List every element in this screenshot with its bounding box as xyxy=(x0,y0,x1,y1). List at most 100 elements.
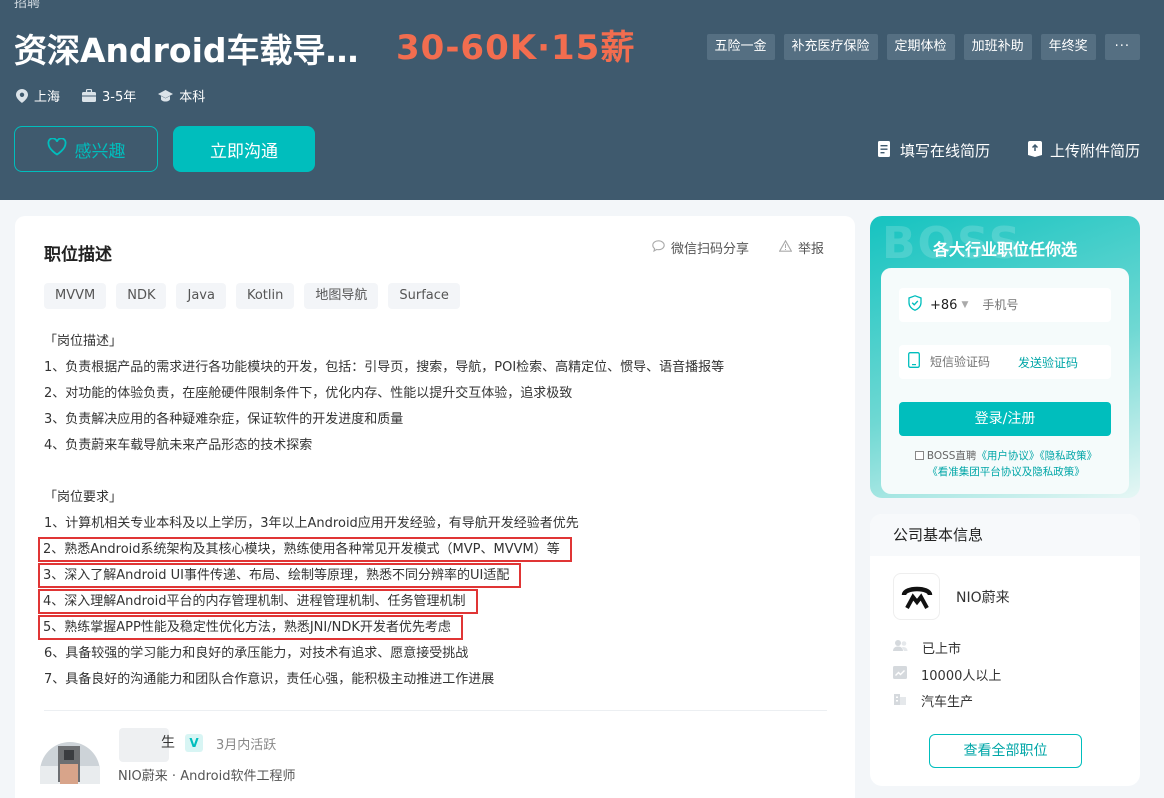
privacy-policy-link[interactable]: 《隐私政策》 xyxy=(1039,450,1097,462)
location-pin-icon xyxy=(16,88,28,103)
building-icon xyxy=(893,692,907,709)
chart-trend-icon xyxy=(893,666,907,683)
shield-check-icon xyxy=(908,295,922,315)
company-stage: 已上市 xyxy=(922,642,962,657)
nio-logo[interactable] xyxy=(893,573,940,620)
agreement-checkbox[interactable] xyxy=(914,451,924,460)
skill-tag: Surface xyxy=(388,283,460,309)
chat-now-button[interactable]: 立即沟通 xyxy=(173,126,315,172)
online-resume-label: 填写在线简历 xyxy=(899,142,990,160)
hr-avatar[interactable] xyxy=(40,732,100,784)
job-description-text: 「岗位描述」 1、负责根据产品的需求进行各功能模块的开发，包括：引导页，搜索，导… xyxy=(38,329,834,693)
warning-icon xyxy=(778,239,793,256)
skill-tag: 地图导航 xyxy=(304,283,379,309)
graduation-cap-icon xyxy=(158,89,174,102)
skill-tag: NDK xyxy=(116,283,167,309)
description-heading: 「岗位描述」 xyxy=(44,334,123,349)
company-size-row: 10000人以上 xyxy=(893,665,1001,684)
interest-button[interactable]: 感兴趣 xyxy=(14,126,158,172)
wechat-share-button[interactable]: 微信扫码分享 xyxy=(652,238,749,257)
highlighted-requirement-line: 2、熟悉Android系统架构及其核心模块，熟练使用各种常见开发模式（MVP、M… xyxy=(38,537,572,562)
job-description-card: 职位描述 微信扫码分享 举报 MVVM NDK Java Kotlin 地图导航… xyxy=(15,216,855,798)
company-stage-row: 已上市 xyxy=(893,638,961,657)
experience-meta: 3-5年 xyxy=(82,86,136,105)
verified-badge-icon: V xyxy=(185,734,203,752)
login-form: +86 ▼ 发送验证码 登录/注册 BOSS直聘《用户协议》《隐私政策》 《看准… xyxy=(881,268,1129,494)
requirement-line: 1、计算机相关专业本科及以上学历，3年以上Android应用开发经验，有导航开发… xyxy=(44,516,579,531)
highlighted-requirement-line: 3、深入了解Android UI事件传递、布局、绘制等原理，熟悉不同分辨率的UI… xyxy=(38,563,522,588)
phone-field[interactable]: +86 ▼ xyxy=(899,288,1111,322)
skill-tags: MVVM NDK Java Kotlin 地图导航 Surface xyxy=(44,283,460,309)
upload-resume-label: 上传附件简历 xyxy=(1049,142,1140,160)
requirement-line: 6、具备较强的学习能力和良好的承压能力，对技术有追求、愿意接受挑战 xyxy=(44,646,469,661)
phone-input[interactable] xyxy=(982,298,1083,312)
skill-tag: MVVM xyxy=(44,283,107,309)
job-title: 资深Android车载导… xyxy=(14,31,359,70)
agreement-text: BOSS直聘《用户协议》《隐私政策》 《看准集团平台协议及隐私政策》 xyxy=(900,448,1112,480)
highlighted-requirement-line: 5、熟练掌握APP性能及稳定性优化方法，熟悉JNI/NDK开发者优先考虑 xyxy=(38,615,463,640)
job-header: 招聘 资深Android车载导… 30-60K·15薪 五险一金 补充医疗保险 … xyxy=(0,0,1164,200)
highlighted-requirement-line: 4、深入理解Android平台的内存管理机制、进程管理机制、任务管理机制 xyxy=(38,589,478,614)
experience-text: 3-5年 xyxy=(102,90,137,105)
view-all-jobs-button[interactable]: 查看全部职位 xyxy=(929,734,1082,768)
company-size: 10000人以上 xyxy=(921,669,1002,684)
interest-label: 感兴趣 xyxy=(74,141,126,161)
welfare-more-button[interactable]: ··· xyxy=(1104,34,1140,60)
hr-company-role: NIO蔚来 · Android软件工程师 xyxy=(118,769,296,784)
requirement-line: 7、具备良好的沟通能力和团队合作意识，责任心强，能积极主动推进工作进展 xyxy=(44,672,495,687)
upload-resume-link[interactable]: 上传附件简历 xyxy=(1027,140,1140,161)
phone-device-icon xyxy=(908,352,920,372)
briefcase-icon xyxy=(82,89,97,102)
welfare-tags: 五险一金 补充医疗保险 定期体检 加班补助 年终奖 ··· xyxy=(706,34,1140,60)
login-card: BOSS 各大行业职位任你选 +86 ▼ 发送验证码 登录/注册 BOSS直聘《… xyxy=(870,216,1140,498)
online-resume-link[interactable]: 填写在线简历 xyxy=(877,140,990,161)
group-policy-link[interactable]: 《看准集团平台协议及隐私政策》 xyxy=(927,466,1085,478)
hr-name: 生 xyxy=(161,735,175,751)
description-line: 2、对功能的体验负责，在座舱硬件限制条件下，优化内存、性能以提升交互体验，追求极… xyxy=(44,386,573,401)
salary: 30-60K·15薪 xyxy=(396,28,636,68)
description-line: 1、负责根据产品的需求进行各功能模块的开发，包括：引导页，搜索，导航，POI检索… xyxy=(44,360,725,375)
degree-text: 本科 xyxy=(179,90,206,105)
company-name[interactable]: NIO蔚来 xyxy=(956,587,1010,607)
company-section-title: 公司基本信息 xyxy=(870,514,1140,556)
chat-bubble-icon xyxy=(652,239,665,256)
sms-code-field[interactable]: 发送验证码 xyxy=(899,345,1111,379)
divider xyxy=(44,710,827,711)
location-text: 上海 xyxy=(34,90,61,105)
country-code-select[interactable]: +86 xyxy=(930,298,957,313)
share-label: 微信扫码分享 xyxy=(671,242,750,257)
description-line: 3、负责解决应用的各种疑难杂症，保证软件的开发进度和质量 xyxy=(44,412,404,427)
welfare-tag: 定期体检 xyxy=(886,34,955,60)
skill-tag: Kotlin xyxy=(235,283,295,309)
section-title: 职位描述 xyxy=(44,245,112,265)
breadcrumb[interactable]: 招聘 xyxy=(14,0,40,11)
hr-active-status: 3月内活跃 xyxy=(216,738,277,753)
report-label: 举报 xyxy=(798,242,825,257)
sms-code-input[interactable] xyxy=(930,355,1014,369)
login-register-button[interactable]: 登录/注册 xyxy=(899,402,1111,436)
resume-links: 填写在线简历 上传附件简历 xyxy=(877,140,1140,161)
company-industry-row: 汽车生产 xyxy=(893,691,973,710)
location-meta: 上海 xyxy=(16,86,60,105)
welfare-tag: 补充医疗保险 xyxy=(783,34,878,60)
welfare-tag: 五险一金 xyxy=(706,34,775,60)
job-meta: 上海 3-5年 本科 xyxy=(16,86,205,105)
users-icon xyxy=(893,639,908,656)
company-industry: 汽车生产 xyxy=(921,695,974,710)
agreement-prefix: BOSS直聘 xyxy=(926,450,977,462)
upload-file-icon xyxy=(1027,140,1042,161)
description-line: 4、负责蔚来车载导航未来产品形态的技术探索 xyxy=(44,438,313,453)
company-info-card: 公司基本信息 NIO蔚来 已上市 10000人以上 汽车生产 查看全部职位 xyxy=(870,514,1140,786)
chevron-down-icon[interactable]: ▼ xyxy=(961,300,968,310)
send-code-button[interactable]: 发送验证码 xyxy=(1018,354,1078,371)
resume-form-icon xyxy=(877,140,892,161)
requirements-heading: 「岗位要求」 xyxy=(44,490,123,505)
report-button[interactable]: 举报 xyxy=(778,238,825,257)
user-agreement-link[interactable]: 《用户协议》 xyxy=(976,450,1039,462)
welfare-tag: 年终奖 xyxy=(1040,34,1096,60)
welfare-tag: 加班补助 xyxy=(963,34,1032,60)
heart-icon xyxy=(47,136,67,161)
login-title: 各大行业职位任你选 xyxy=(932,240,1077,259)
skill-tag: Java xyxy=(176,283,226,309)
degree-meta: 本科 xyxy=(158,86,205,105)
